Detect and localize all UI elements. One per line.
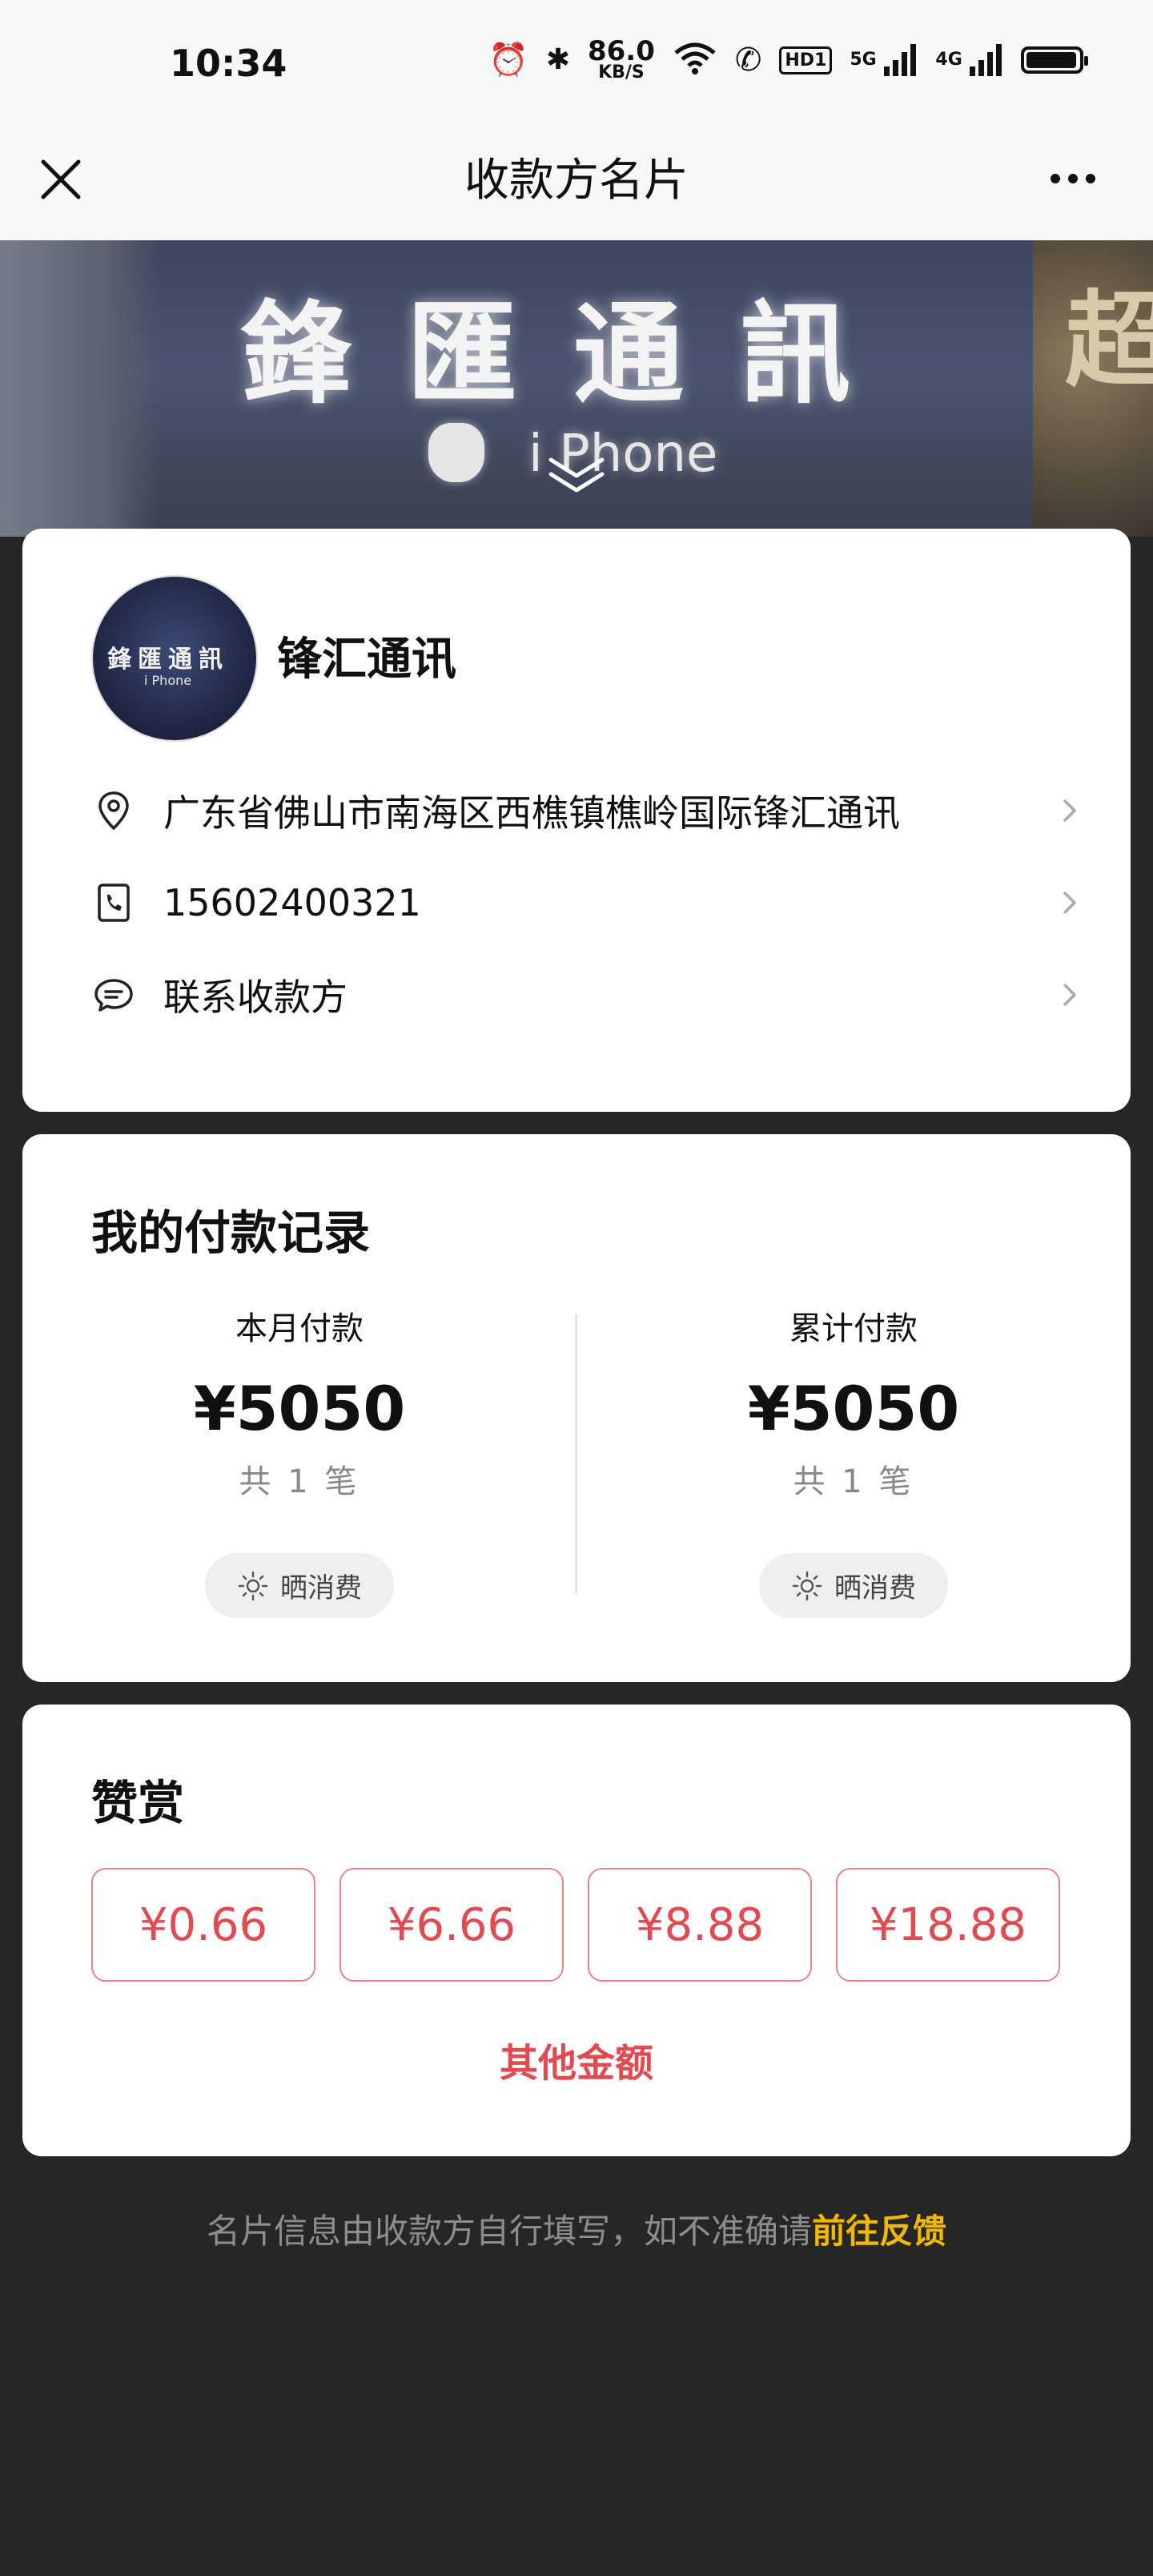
merchant-name: 锋汇通讯 (277, 634, 456, 686)
share-total-button[interactable]: 晒消费 (759, 1553, 948, 1618)
call-icon: ✆ (734, 42, 762, 78)
battery-icon (1021, 46, 1089, 74)
share-label: 晒消费 (280, 1572, 362, 1604)
merchant-avatar: 鋒匯通訊 i Phone (91, 575, 258, 742)
nav-bar: 收款方名片 (0, 120, 1153, 240)
reward-amount-button[interactable]: ¥6.66 (339, 1868, 564, 1982)
chat-bubble-icon (91, 972, 136, 1017)
total-payment-label: 累计付款 (789, 1310, 918, 1347)
hd-icon: HD1 (779, 46, 833, 74)
reward-title: 赞赏 (91, 1776, 185, 1830)
bluetooth-icon: ✱ (545, 43, 570, 76)
footer-note: 名片信息由收款方自行填写，如不准确请前往反馈 (0, 2204, 1153, 2253)
location-pin-icon (91, 788, 136, 833)
signal-4g-icon: 4G (935, 44, 1003, 76)
reward-amount-button[interactable]: ¥18.88 (836, 1868, 1060, 1982)
chevron-right-icon (1063, 984, 1076, 1006)
reward-amount-button[interactable]: ¥0.66 (91, 1868, 315, 1982)
merchant-banner-image: 鋒匯通訊 i Phone 超 (0, 240, 1153, 537)
apple-logo-icon (428, 423, 484, 482)
expand-chevron-icon[interactable] (544, 449, 609, 497)
footer-note-text: 名片信息由收款方自行填写，如不准确请 (206, 2212, 812, 2251)
other-amount-link[interactable]: 其他金额 (22, 2031, 1131, 2087)
banner-left-light (0, 240, 160, 537)
sun-icon (238, 1571, 268, 1600)
banner-sign-text: 鋒匯通訊 (240, 290, 907, 419)
banner-side-char: 超 (1065, 280, 1153, 401)
monthly-payment-label: 本月付款 (235, 1310, 364, 1347)
reward-amount-row: ¥0.66 ¥6.66 ¥8.88 ¥18.88 (91, 1868, 1060, 1982)
feedback-link[interactable]: 前往反馈 (812, 2212, 946, 2251)
payment-records-card: 我的付款记录 本月付款 ¥5050 共 1 笔 晒消费 累计付款 ¥5050 共… (22, 1134, 1131, 1682)
address-row[interactable]: 广东省佛山市南海区西樵镇樵岭国际锋汇通讯 (91, 775, 1084, 847)
page-title: 收款方名片 (464, 155, 689, 207)
total-payment-stat: 累计付款 ¥5050 共 1 笔 晒消费 (613, 1302, 1094, 1618)
sun-icon (792, 1571, 822, 1600)
status-bar: 10:34 ⏰ ✱ 86.0 KB/S ✆ HD1 5G 4G (0, 0, 1153, 120)
more-button[interactable] (1041, 167, 1105, 191)
total-payment-count: 共 1 笔 (793, 1463, 914, 1500)
reward-amount-button[interactable]: ¥8.88 (588, 1868, 812, 1982)
chevron-right-icon (1063, 799, 1076, 822)
share-label: 晒消费 (834, 1572, 916, 1604)
contact-merchant-label: 联系收款方 (163, 976, 348, 1019)
net-speed: 86.0 KB/S (587, 35, 655, 83)
monthly-payment-count: 共 1 笔 (239, 1463, 360, 1500)
merchant-profile-card: 鋒匯通訊 i Phone 锋汇通讯 广东省佛山市南海区西樵镇樵岭国际锋汇通讯 1… (22, 529, 1131, 1112)
phone-icon (91, 880, 136, 925)
payment-records-title: 我的付款记录 (91, 1205, 371, 1260)
reward-card: 赞赏 ¥0.66 ¥6.66 ¥8.88 ¥18.88 其他金额 (22, 1705, 1131, 2156)
status-time: 10:34 (170, 42, 287, 85)
signal-5g-icon: 5G (850, 44, 918, 76)
phone-text: 15602400321 (163, 881, 421, 924)
more-dot-icon (1051, 174, 1060, 183)
monthly-payment-amount: ¥5050 (193, 1373, 406, 1444)
avatar-sign-text: 鋒匯通訊 (107, 646, 229, 674)
avatar-sub-text: i Phone (144, 673, 192, 688)
status-icons: ⏰ ✱ 86.0 KB/S ✆ HD1 5G 4G (488, 35, 1089, 83)
address-text: 广东省佛山市南海区西樵镇樵岭国际锋汇通讯 (163, 791, 900, 835)
contact-merchant-row[interactable]: 联系收款方 (91, 959, 1084, 1031)
total-payment-amount: ¥5050 (747, 1373, 960, 1444)
more-dot-icon (1068, 174, 1078, 183)
phone-row[interactable]: 15602400321 (91, 867, 1084, 939)
alarm-icon: ⏰ (488, 42, 528, 78)
share-monthly-button[interactable]: 晒消费 (205, 1553, 394, 1618)
more-dot-icon (1086, 174, 1095, 183)
wifi-icon (673, 40, 717, 81)
chevron-right-icon (1063, 892, 1076, 914)
stat-divider (575, 1314, 577, 1594)
monthly-payment-stat: 本月付款 ¥5050 共 1 笔 晒消费 (59, 1302, 540, 1618)
